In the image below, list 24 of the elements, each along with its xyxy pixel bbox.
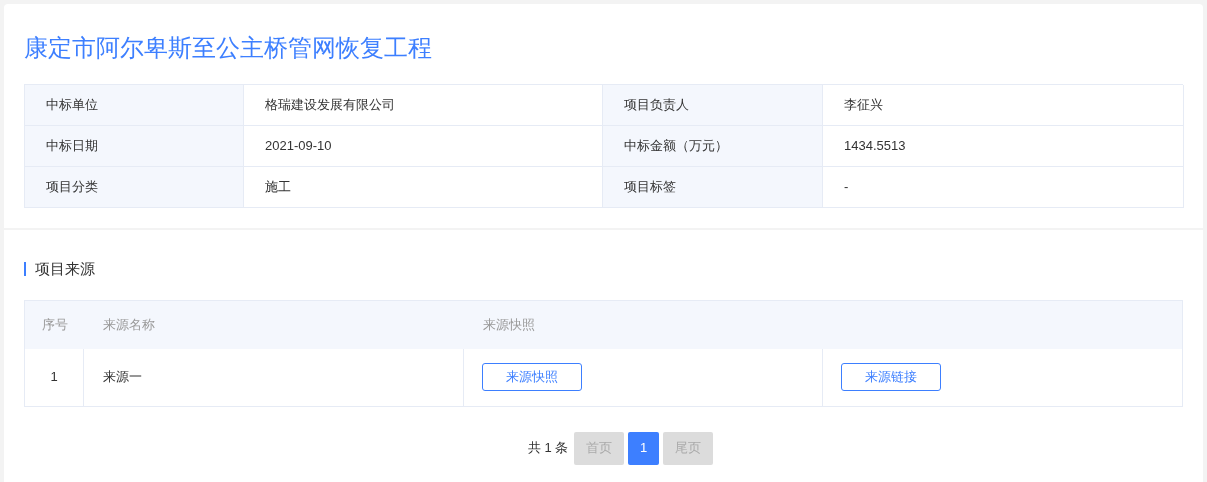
column-header: 来源名称 bbox=[103, 315, 155, 334]
table-cell-text: 1 bbox=[50, 368, 58, 387]
table-cell-text: 来源一 bbox=[103, 368, 142, 387]
field-value: 2021-09-10 bbox=[265, 137, 332, 156]
field-label: 中标单位 bbox=[46, 96, 98, 115]
column-header: 序号 bbox=[41, 315, 68, 334]
field-value: 格瑞建设发展有限公司 bbox=[265, 96, 395, 115]
field-value: 施工 bbox=[265, 178, 291, 197]
field-value: 李征兴 bbox=[844, 96, 883, 115]
link-button[interactable]: 来源链接 bbox=[841, 363, 941, 391]
column-header: 来源快照 bbox=[483, 315, 535, 334]
field-label: 中标日期 bbox=[46, 137, 98, 156]
field-label: 项目分类 bbox=[46, 178, 98, 197]
section-heading: 项目来源 bbox=[35, 259, 95, 279]
total-count: 共 1 条 bbox=[527, 439, 569, 458]
field-label: 中标金额（万元） bbox=[624, 137, 728, 156]
field-label: 项目标签 bbox=[624, 178, 676, 197]
page-button[interactable]: 1 bbox=[628, 431, 660, 465]
field-label: 项目负责人 bbox=[624, 96, 689, 115]
field-value: 1434.5513 bbox=[844, 137, 906, 156]
project-title: 康定市阿尔卑斯至公主桥管网恢复工程 bbox=[24, 33, 432, 63]
snapshot-button[interactable]: 来源快照 bbox=[482, 363, 582, 391]
field-value: - bbox=[844, 178, 849, 197]
heading-marker bbox=[24, 262, 26, 277]
